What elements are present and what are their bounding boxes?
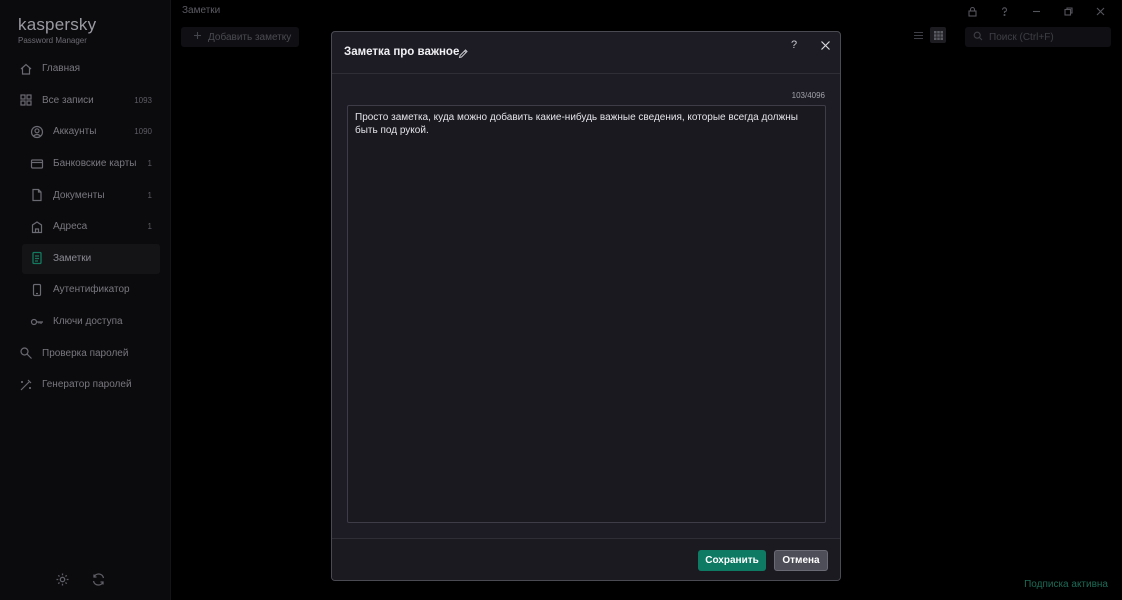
sidebar-item-passkeys[interactable]: Ключи доступа — [0, 306, 171, 338]
gear-icon[interactable] — [54, 571, 70, 587]
dialog-header: Заметка про важное ? — [332, 32, 840, 74]
sidebar-item-home[interactable]: Главная — [0, 53, 171, 85]
sidebar-item-label: Документы — [53, 189, 105, 201]
sidebar-bottom-actions — [54, 571, 106, 587]
document-icon — [29, 187, 45, 203]
subscription-status: Подписка активна — [1024, 579, 1108, 590]
sidebar-item-all-records[interactable]: Все записи 1093 — [0, 85, 171, 117]
sidebar-item-label: Заметки — [53, 252, 92, 264]
search-input[interactable]: Поиск (Ctrl+F) — [965, 27, 1111, 47]
sidebar-item-label: Все записи — [42, 94, 94, 106]
help-icon[interactable] — [988, 3, 1020, 19]
password-generator-icon — [18, 377, 34, 393]
building-icon — [29, 219, 45, 235]
sidebar-item-addresses[interactable]: Адреса 1 — [0, 211, 171, 243]
sidebar-item-label: Адреса — [53, 221, 88, 233]
sidebar-item-label: Главная — [42, 63, 81, 75]
sidebar-item-count: 1093 — [134, 95, 152, 105]
user-icon — [29, 124, 45, 140]
add-note-button[interactable]: Добавить заметку — [181, 27, 299, 47]
save-button[interactable]: Сохранить — [698, 550, 766, 571]
pencil-icon[interactable] — [456, 46, 470, 60]
sidebar-item-count: 1 — [147, 159, 152, 169]
sidebar-item-bank-cards[interactable]: Банковские карты 1 — [0, 148, 171, 180]
grid-view-icon[interactable] — [930, 27, 946, 43]
note-text-area[interactable]: Просто заметка, куда можно добавить каки… — [347, 105, 826, 523]
sidebar-item-accounts[interactable]: Аккаунты 1090 — [0, 116, 171, 148]
search-icon — [973, 31, 983, 44]
sidebar-item-count: 1 — [147, 222, 152, 232]
sidebar-nav: Главная Все записи 1093 Аккаунты 1090 Ба… — [0, 53, 171, 401]
sidebar-item-label: Аккаунты — [53, 126, 97, 138]
plus-icon — [193, 31, 202, 43]
sidebar-item-count: 1090 — [134, 127, 152, 137]
lock-icon[interactable] — [956, 3, 988, 19]
restore-icon[interactable] — [1052, 3, 1084, 19]
list-view-icon[interactable] — [910, 27, 926, 43]
add-note-label: Добавить заметку — [208, 31, 292, 43]
dialog-title: Заметка про важное — [344, 46, 460, 58]
brand-logo: kaspersky Password Manager — [18, 15, 96, 45]
dialog-help-button[interactable]: ? — [784, 35, 804, 55]
note-icon — [29, 250, 45, 266]
close-window-icon[interactable] — [1084, 3, 1116, 19]
sidebar-item-count: 1 — [147, 190, 152, 200]
dialog-footer: Сохранить Отмена — [332, 538, 840, 580]
home-icon — [18, 61, 34, 77]
search-placeholder: Поиск (Ctrl+F) — [989, 31, 1054, 43]
close-icon[interactable] — [815, 35, 835, 55]
note-dialog: Заметка про важное ? 103/4096 Просто зам… — [331, 31, 841, 581]
sync-icon[interactable] — [90, 571, 106, 587]
minimize-icon[interactable] — [1020, 3, 1052, 19]
sidebar-item-authenticator[interactable]: Аутентификатор — [0, 274, 171, 306]
view-toggle — [910, 27, 946, 43]
sidebar-item-label: Генератор паролей — [42, 379, 132, 391]
card-icon — [29, 156, 45, 172]
character-counter: 103/4096 — [791, 91, 825, 100]
cancel-button[interactable]: Отмена — [774, 550, 828, 571]
sidebar-item-password-check[interactable]: Проверка паролей — [0, 337, 171, 369]
brand-name: kaspersky — [18, 15, 97, 34]
sidebar-item-label: Проверка паролей — [42, 347, 129, 359]
grid-icon — [18, 92, 34, 108]
authenticator-icon — [29, 282, 45, 298]
sidebar-item-notes[interactable]: Заметки — [0, 243, 171, 275]
password-check-icon — [18, 345, 34, 361]
sidebar-item-documents[interactable]: Документы 1 — [0, 179, 171, 211]
sidebar-item-label: Ключи доступа — [53, 316, 123, 328]
brand-subtitle: Password Manager — [18, 36, 87, 45]
sidebar: kaspersky Password Manager Главная Все з… — [0, 0, 171, 600]
sidebar-item-label: Банковские карты — [53, 158, 137, 170]
key-icon — [29, 314, 45, 330]
title-bar: Заметки — [171, 0, 1122, 22]
sidebar-item-label: Аутентификатор — [53, 284, 130, 296]
sidebar-item-password-generator[interactable]: Генератор паролей — [0, 369, 171, 401]
section-title: Заметки — [182, 5, 221, 16]
window-controls — [956, 3, 1116, 19]
